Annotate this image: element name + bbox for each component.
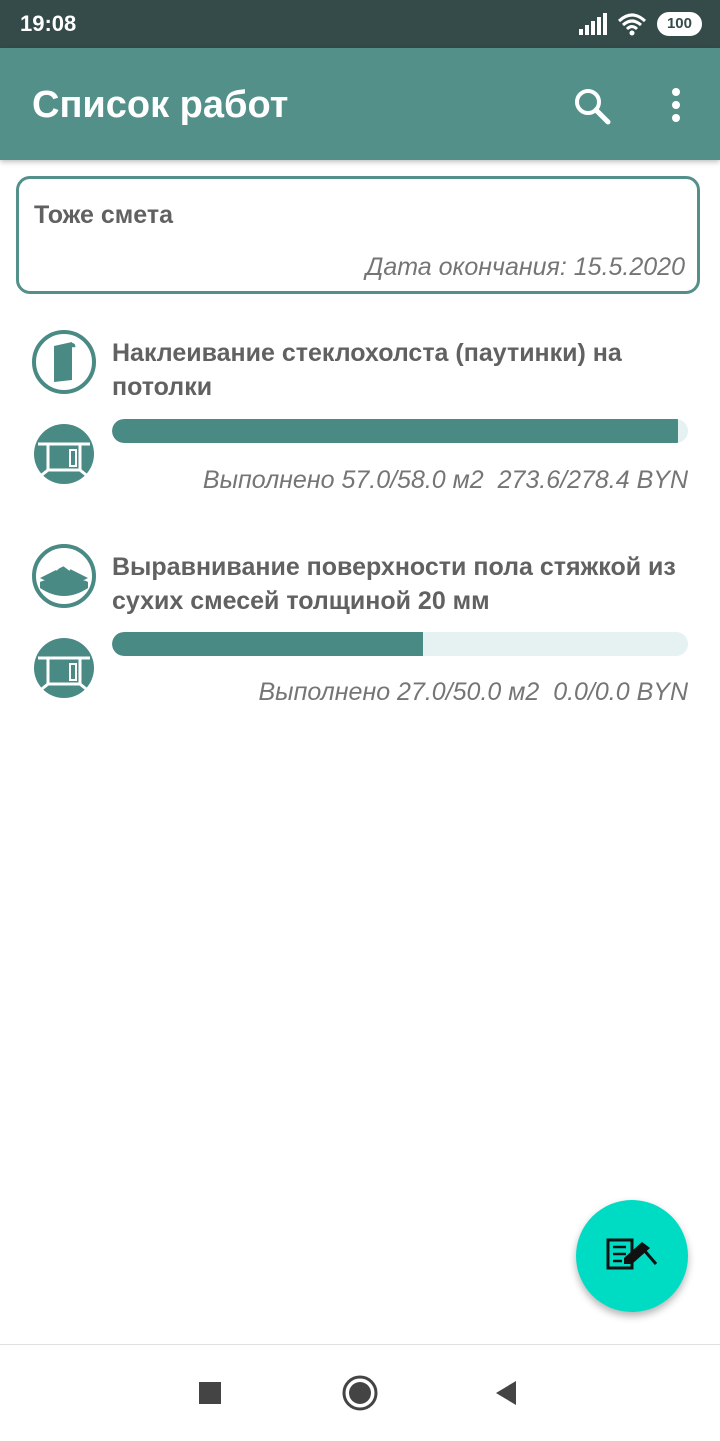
work-summary: Выполнено 57.0/58.0 м2 273.6/278.4 BYN [202, 466, 688, 494]
work-progress-bar [112, 419, 688, 443]
status-bar: 19:08 100 [0, 0, 720, 48]
home-circle-icon[interactable] [338, 1371, 382, 1415]
page-title: Список работ [32, 84, 289, 126]
work-item[interactable]: Выравнивание поверхности пола стяжкой из… [0, 544, 720, 750]
battery-icon: 100 [656, 12, 702, 36]
status-time: 19:08 [20, 11, 77, 36]
work-title: Выравнивание поверхности пола стяжкой из… [112, 553, 676, 615]
work-progress-bar [112, 632, 688, 656]
app-bar: Список работ [0, 48, 720, 160]
wifi-icon [617, 13, 646, 36]
wallpaper-roll-icon [32, 330, 96, 394]
floor-screed-icon [32, 544, 96, 608]
work-title: Наклеивание стеклохолста (паутинки) на п… [112, 339, 622, 401]
room-icon [34, 638, 94, 698]
navigation-bar [0, 1344, 720, 1441]
room-icon [34, 424, 94, 484]
search-icon[interactable] [570, 84, 614, 128]
work-progress-fill [112, 419, 679, 443]
estimate-title: Тоже смета [34, 201, 174, 229]
work-progress-fill [112, 632, 424, 656]
status-icons: 100 [578, 10, 702, 38]
estimate-end-date: Дата окончания: 15.5.2020 [365, 253, 685, 281]
work-item[interactable]: Наклеивание стеклохолста (паутинки) на п… [0, 330, 720, 536]
work-summary: Выполнено 27.0/50.0 м2 0.0/0.0 BYN [258, 678, 689, 706]
signal-icon [578, 13, 607, 35]
estimate-card[interactable]: Тоже смета Дата окончания: 15.5.2020 [16, 176, 700, 294]
estimate-edit-icon [606, 1238, 658, 1270]
add-work-fab[interactable] [576, 1200, 688, 1312]
more-vert-icon[interactable] [660, 84, 692, 128]
back-triangle-icon[interactable] [484, 1371, 528, 1415]
recents-square-icon[interactable] [188, 1371, 232, 1415]
